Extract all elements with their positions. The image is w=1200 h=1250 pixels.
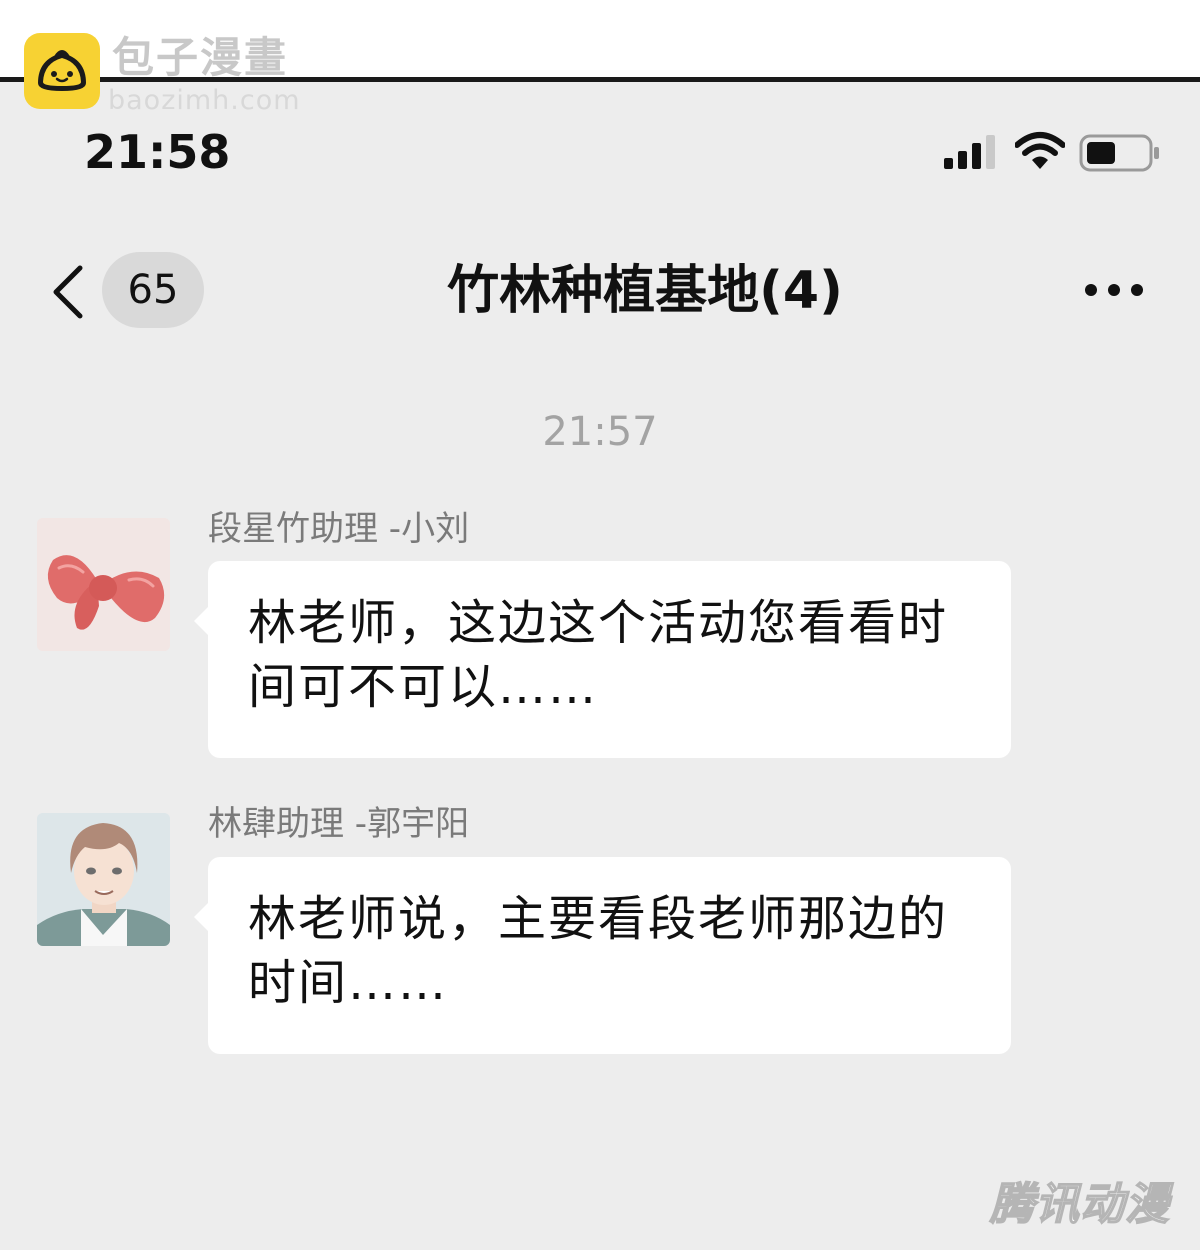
publisher-watermark: 腾讯动漫 [989,1178,1170,1231]
avatar[interactable] [37,813,170,946]
baozi-logo-icon [24,33,100,109]
more-options-icon[interactable] [1083,280,1145,300]
unread-count-badge[interactable]: 65 [102,252,204,328]
status-bar-time: 21:58 [84,125,231,179]
bow-icon [37,518,170,651]
message-bubble[interactable]: 林老师，这边这个活动您看看时间可不可以…… [194,561,1011,758]
message-sender-name: 林肆助理 -郭宇阳 [208,804,470,844]
message-sender-name: 段星竹助理 -小刘 [208,509,470,549]
cellular-signal-icon [944,135,995,169]
message-timestamp: 21:57 [542,409,658,455]
watermark-site-url: baozimh.com [108,85,301,116]
wifi-icon [1015,132,1065,169]
chat-title: 竹林种植基地(4) [447,261,843,321]
battery-icon [1079,134,1159,172]
watermark-site-name: 包子漫畫 [112,33,289,82]
back-chevron-icon[interactable] [50,264,86,320]
message-bubble[interactable]: 林老师说，主要看段老师那边的时间…… [194,857,1011,1054]
avatar[interactable] [37,518,170,651]
boy-portrait-icon [37,813,170,946]
